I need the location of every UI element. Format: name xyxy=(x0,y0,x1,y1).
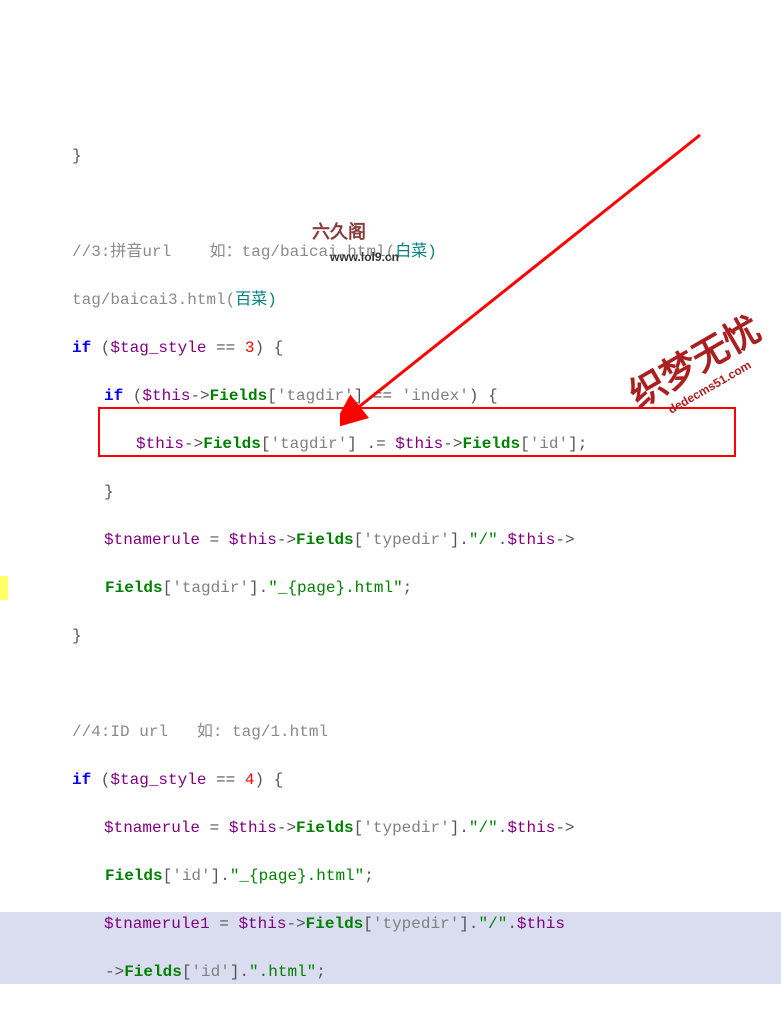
code-editor[interactable]: } //3:拼音url 如：tag/baicai.html(白菜) tag/ba… xyxy=(0,96,781,1012)
watermark-url: www.lol9.cn xyxy=(330,245,399,269)
blank-line xyxy=(0,192,781,216)
comment-line: //4:ID url 如: tag/1.html xyxy=(0,720,781,744)
blank-line xyxy=(0,672,781,696)
comment-line: tag/baicai3.html(百菜) xyxy=(0,288,781,312)
code-line: } xyxy=(0,144,781,168)
continuation-line: Fields['id']."_{page}.html"; xyxy=(0,864,781,888)
close-brace: } xyxy=(72,147,82,165)
assign-line: $tnamerule = $this->Fields['typedir']."/… xyxy=(0,816,781,840)
assign-line: $tnamerule = $this->Fields['typedir']."/… xyxy=(0,528,781,552)
if-line: if ($tag_style == 4) { xyxy=(0,768,781,792)
continuation-selected: ->Fields['id'].".html"; xyxy=(0,960,781,984)
assign-line: $this->Fields['tagdir'] .= $this->Fields… xyxy=(0,432,781,456)
continuation-line: Fields['tagdir']."_{page}.html"; xyxy=(0,576,781,600)
edge-highlight xyxy=(0,576,8,600)
close-line: } xyxy=(0,1008,781,1012)
close-line: } xyxy=(0,624,781,648)
close-line: } xyxy=(0,480,781,504)
assign-line-selected: $tnamerule1 = $this->Fields['typedir']."… xyxy=(0,912,781,936)
